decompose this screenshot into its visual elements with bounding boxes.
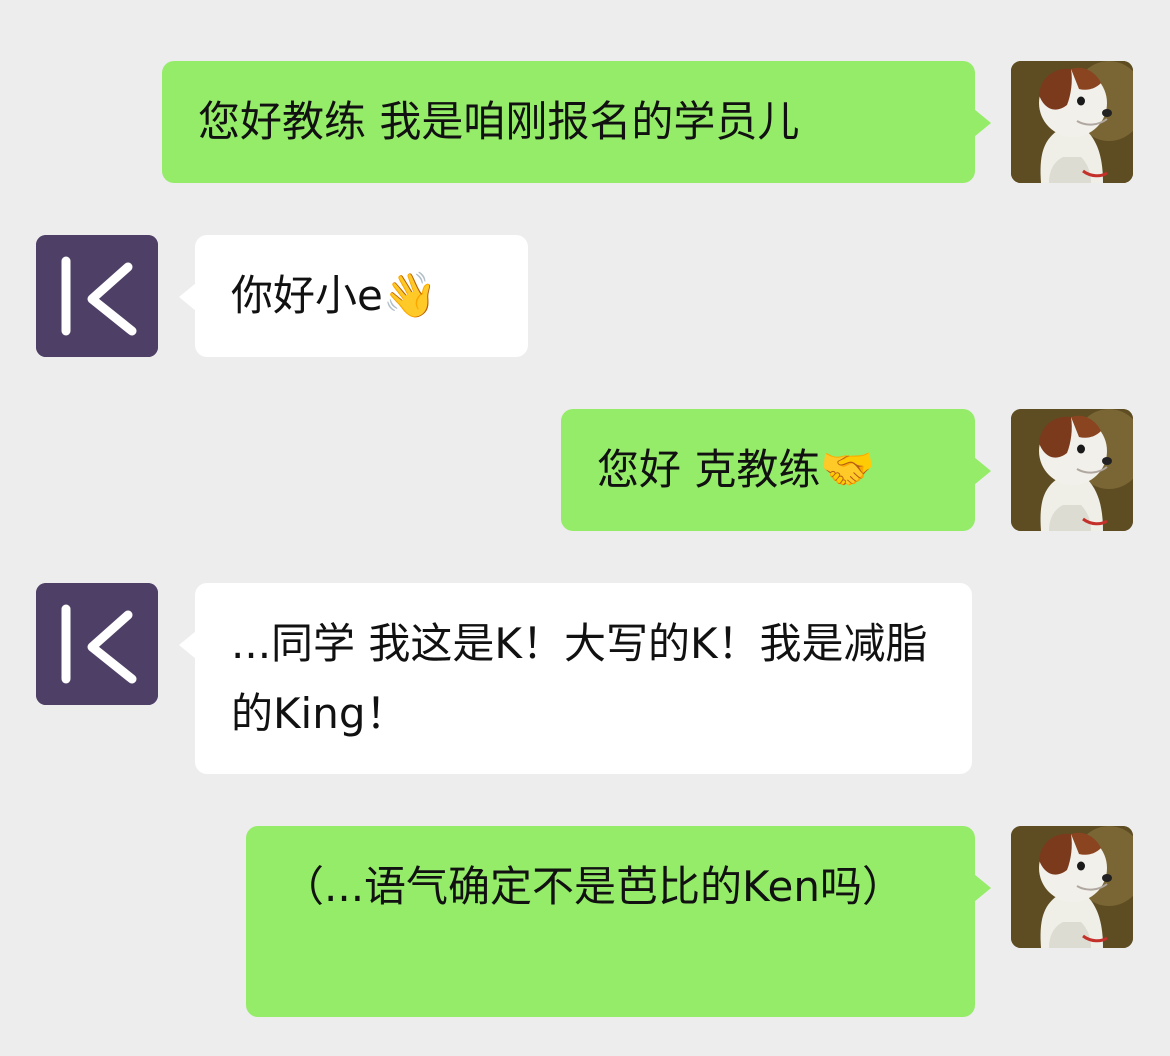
message-text: 您好 克教练 [597, 445, 821, 494]
handshake-emoji: 🤝 [820, 444, 876, 495]
message-text: （...语气确定不是芭比的Ken吗） [282, 862, 904, 911]
user-avatar[interactable] [1011, 61, 1133, 183]
keep-k-logo-icon [36, 235, 158, 357]
message-text: ...同学 我这是K！大写的K！我是减脂的King！ [231, 619, 928, 738]
message-bubble-incoming[interactable]: ...同学 我这是K！大写的K！我是减脂的King！ [179, 583, 972, 774]
message-bubble-outgoing[interactable]: 您好 克教练🤝 [561, 409, 991, 531]
dog-avatar-icon [1011, 826, 1133, 948]
message-text: 您好教练 我是咱刚报名的学员儿 [198, 97, 800, 146]
message-bubble-outgoing[interactable]: （...语气确定不是芭比的Ken吗） [246, 826, 991, 1017]
dog-avatar-icon [1011, 61, 1133, 183]
dog-avatar-icon [1011, 409, 1133, 531]
coach-avatar[interactable] [36, 235, 158, 357]
user-avatar[interactable] [1011, 826, 1133, 948]
chat-window: 您好教练 我是咱刚报名的学员儿 你好小e👋 您好 克教练🤝 ...同学 我这是K… [0, 0, 1170, 1056]
message-bubble-outgoing[interactable]: 您好教练 我是咱刚报名的学员儿 [162, 61, 991, 183]
coach-avatar[interactable] [36, 583, 158, 705]
waving-hand-emoji: 👋 [382, 270, 438, 321]
message-bubble-incoming[interactable]: 你好小e👋 [179, 235, 528, 357]
keep-k-logo-icon [36, 583, 158, 705]
user-avatar[interactable] [1011, 409, 1133, 531]
message-text: 你好小e [231, 271, 383, 320]
